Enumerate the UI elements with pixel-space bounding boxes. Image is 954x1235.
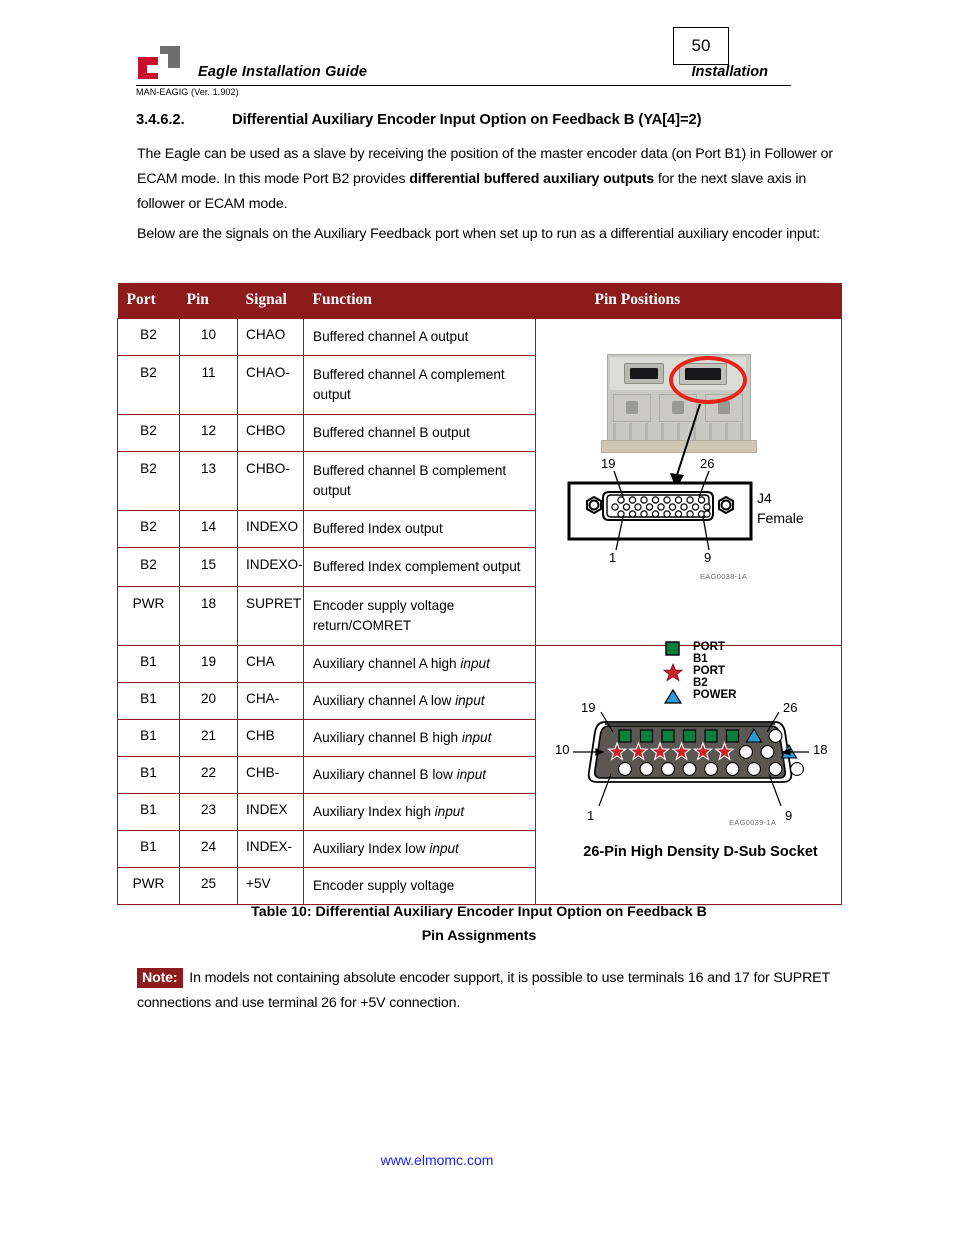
cell-pin: 23 bbox=[179, 793, 238, 831]
cell-function: Auxiliary channel B low input bbox=[303, 756, 536, 794]
section-title: Differential Auxiliary Encoder Input Opt… bbox=[232, 112, 702, 128]
cell-function: Auxiliary channel B high input bbox=[303, 719, 536, 757]
cell-pin: 21 bbox=[179, 719, 238, 757]
cell-signal: INDEXO bbox=[237, 510, 304, 548]
cell-function: Encoder supply voltage return/COMRET bbox=[303, 586, 536, 646]
cell-pin: 24 bbox=[179, 830, 238, 868]
cell-pin-positions-bottom bbox=[535, 645, 842, 905]
cell-port: B1 bbox=[117, 756, 180, 794]
page-number-box: 50 bbox=[673, 27, 729, 65]
cell-pin: 18 bbox=[179, 586, 238, 646]
cell-pin: 19 bbox=[179, 645, 238, 683]
cell-port: PWR bbox=[117, 867, 180, 905]
cell-port: B1 bbox=[117, 793, 180, 831]
cell-function: Buffered Index output bbox=[303, 510, 536, 548]
cell-function: Auxiliary Index high input bbox=[303, 793, 536, 831]
section-heading: 3.4.6.2. Differential Auxiliary Encoder I… bbox=[136, 112, 856, 128]
cell-pin: 25 bbox=[179, 867, 238, 905]
cell-port: B2 bbox=[117, 547, 180, 587]
cell-pin: 11 bbox=[179, 355, 238, 415]
header-title: Eagle Installation Guide bbox=[198, 64, 368, 80]
cell-port: B1 bbox=[117, 830, 180, 868]
cell-port: PWR bbox=[117, 586, 180, 646]
header-document-id: MAN-EAGIG (Ver. 1.902) bbox=[136, 87, 239, 97]
header-section-label: Installation bbox=[691, 64, 768, 80]
emphasis-text: input bbox=[434, 804, 465, 819]
cell-signal: CHA- bbox=[237, 682, 304, 720]
cell-function: Buffered channel A complement output bbox=[303, 355, 536, 415]
cell-signal: CHB- bbox=[237, 756, 304, 794]
column-header-signal: Signal bbox=[237, 283, 304, 319]
column-header-function: Function bbox=[303, 283, 536, 319]
column-header-pin: Pin bbox=[179, 283, 238, 319]
cell-signal: CHBO- bbox=[237, 451, 304, 511]
cell-function: Auxiliary Index low input bbox=[303, 830, 536, 868]
cell-function: Buffered Index complement output bbox=[303, 547, 536, 587]
column-header-port: Port bbox=[117, 283, 180, 319]
emphasis-text: input bbox=[429, 841, 459, 856]
signals-paragraph: Below are the signals on the Auxiliary F… bbox=[137, 226, 820, 242]
cell-pin: 20 bbox=[179, 682, 238, 720]
cell-function: Auxiliary channel A high input bbox=[303, 645, 536, 683]
cell-port: B1 bbox=[117, 719, 180, 757]
paragraph1-emphasis: differential buffered auxiliary outputs bbox=[409, 171, 655, 187]
cell-signal: INDEXO- bbox=[237, 547, 304, 587]
cell-function: Buffered channel A output bbox=[303, 318, 536, 356]
cell-signal: +5V bbox=[237, 867, 304, 905]
table-row: B1 19 CHA Auxiliary channel A high input bbox=[117, 645, 842, 905]
cell-signal: CHAO- bbox=[237, 355, 304, 415]
cell-function: Buffered channel B output bbox=[303, 414, 536, 452]
intro-paragraph: The Eagle can be used as a slave by rece… bbox=[137, 142, 837, 217]
emphasis-text: input bbox=[456, 767, 487, 782]
cell-pin: 12 bbox=[179, 414, 238, 452]
elmo-logo-icon bbox=[136, 46, 194, 82]
note-text: In models not containing absolute encode… bbox=[137, 970, 830, 1011]
cell-port: B1 bbox=[117, 682, 180, 720]
cell-port: B2 bbox=[117, 451, 180, 511]
cell-signal: CHB bbox=[237, 719, 304, 757]
cell-pin: 10 bbox=[179, 318, 238, 356]
table-caption: Table 10: Differential Auxiliary Encoder… bbox=[117, 900, 841, 948]
cell-pin: 14 bbox=[179, 510, 238, 548]
cell-function: Encoder supply voltage bbox=[303, 867, 536, 905]
table-caption-line1: Table 10: Differential Auxiliary Encoder… bbox=[251, 904, 707, 920]
note-badge: Note: bbox=[137, 968, 183, 988]
cell-pin: 22 bbox=[179, 756, 238, 794]
header-divider bbox=[136, 85, 791, 86]
cell-signal: INDEX bbox=[237, 793, 304, 831]
table-caption-line2: Pin Assignments bbox=[421, 928, 537, 944]
cell-port: B1 bbox=[117, 645, 180, 683]
cell-pin: 13 bbox=[179, 451, 238, 511]
footer-website-link[interactable]: www.elmomc.com bbox=[0, 1152, 954, 1168]
cell-pin: 15 bbox=[179, 547, 238, 587]
table-row: B2 10 CHAO Buffered channel A output bbox=[117, 318, 842, 646]
cell-function: Buffered channel B complement output bbox=[303, 451, 536, 511]
cell-pin-positions-top bbox=[535, 318, 842, 646]
emphasis-text: input bbox=[461, 730, 492, 745]
cell-port: B2 bbox=[117, 355, 180, 415]
section-number: 3.4.6.2. bbox=[136, 112, 185, 128]
pin-assignment-table: Port Pin Signal Function Pin Positions B… bbox=[117, 283, 842, 905]
emphasis-text: input bbox=[460, 656, 490, 671]
column-header-pin-positions: Pin Positions bbox=[535, 283, 842, 319]
cell-signal: CHA bbox=[237, 645, 304, 683]
cell-signal: CHBO bbox=[237, 414, 304, 452]
cell-function: Auxiliary channel A low input bbox=[303, 682, 536, 720]
cell-signal: CHAO bbox=[237, 318, 304, 356]
emphasis-text: input bbox=[455, 693, 485, 708]
note-block: Note: In models not containing absolute … bbox=[137, 966, 837, 1016]
page-header: Eagle Installation Guide Installation MA… bbox=[136, 44, 866, 104]
cell-signal: SUPRET bbox=[237, 586, 304, 646]
cell-port: B2 bbox=[117, 510, 180, 548]
cell-port: B2 bbox=[117, 318, 180, 356]
table-header-row: Port Pin Signal Function Pin Positions bbox=[117, 283, 842, 319]
cell-signal: INDEX- bbox=[237, 830, 304, 868]
cell-port: B2 bbox=[117, 414, 180, 452]
